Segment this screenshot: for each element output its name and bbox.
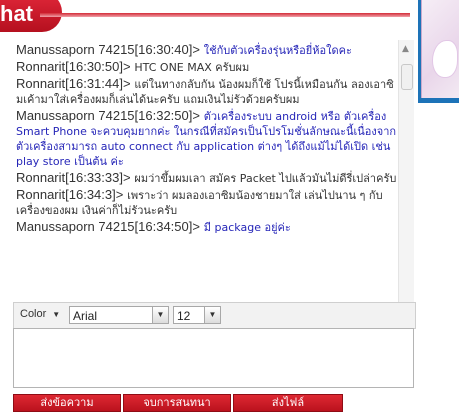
font-select[interactable]: Arial ▼ [69,306,169,324]
chat-message: Ronnarit[16:33:33]> ผมว่าขึ้มผมเลา สมัคร… [16,170,398,186]
chat-message: Manussaporn 74215[16:32:50]> ตัวเครื่องร… [16,108,398,169]
message-sender: Manussaporn 74215[16:30:40]> [16,42,200,57]
message-input[interactable] [13,328,414,388]
header-divider [40,13,410,17]
message-text: มี package อยู่ค่ะ [203,221,291,234]
scroll-up-icon[interactable]: ▲ [402,44,409,54]
chat-message: Ronnarit[16:30:50]> HTC ONE MAX ครับผม [16,59,398,75]
send-file-button[interactable]: ส่งไฟล์ [233,394,343,412]
end-chat-button[interactable]: จบการสนทนา [123,394,231,412]
wing-icon [432,40,458,78]
message-sender: Manussaporn 74215[16:32:50]> [16,108,200,123]
scroll-thumb[interactable] [401,64,413,90]
angel-image [421,0,459,98]
chat-message: Manussaporn 74215[16:30:40]> ใช้กับตัวเค… [16,42,398,58]
chat-message: Ronnarit[16:34:3]> เพราะว่า ผมลองเอาซิมน… [16,187,398,218]
message-sender: Ronnarit[16:33:33]> [16,170,131,185]
chevron-down-icon[interactable]: ▼ [152,307,168,323]
color-button[interactable]: Color ▼ [20,308,60,320]
size-value: 12 [177,309,191,323]
chat-message: Ronnarit[16:31:44]> แต่ในทางกลับกัน น้อง… [16,76,398,107]
color-label: Color [20,308,47,320]
message-list: Manussaporn 74215[16:30:40]> ใช้กับตัวเค… [16,42,398,236]
format-toolbar: Color ▼ Arial ▼ 12 ▼ [13,302,416,329]
message-text: ใช้กับตัวเครื่องรุ่นหรือยี่ห้อใดคะ [203,44,352,57]
chat-tab-label: hat [0,1,33,26]
action-buttons: ส่งข้อความ จบการสนทนา ส่งไฟล์ [13,394,343,412]
message-text: ผมว่าขึ้มผมเลา สมัคร Packet ไปแล้วมันไม่… [134,172,397,185]
side-banner [418,0,459,103]
header-bar: hat [0,0,410,38]
chevron-down-icon[interactable]: ▼ [204,307,220,323]
message-text: HTC ONE MAX ครับผม [134,61,250,74]
chat-message: Manussaporn 74215[16:34:50]> มี package … [16,219,398,235]
color-caret-icon: ▼ [52,310,61,319]
message-sender: Ronnarit[16:34:3]> [16,187,124,202]
message-sender: Manussaporn 74215[16:34:50]> [16,219,200,234]
message-sender: Ronnarit[16:31:44]> [16,76,131,91]
chat-scrollbar[interactable]: ▲ [398,40,414,302]
size-select[interactable]: 12 ▼ [173,306,221,324]
message-sender: Ronnarit[16:30:50]> [16,59,131,74]
font-value: Arial [73,309,98,323]
send-message-button[interactable]: ส่งข้อความ [13,394,121,412]
chat-log[interactable]: Manussaporn 74215[16:30:40]> ใช้กับตัวเค… [10,40,414,302]
